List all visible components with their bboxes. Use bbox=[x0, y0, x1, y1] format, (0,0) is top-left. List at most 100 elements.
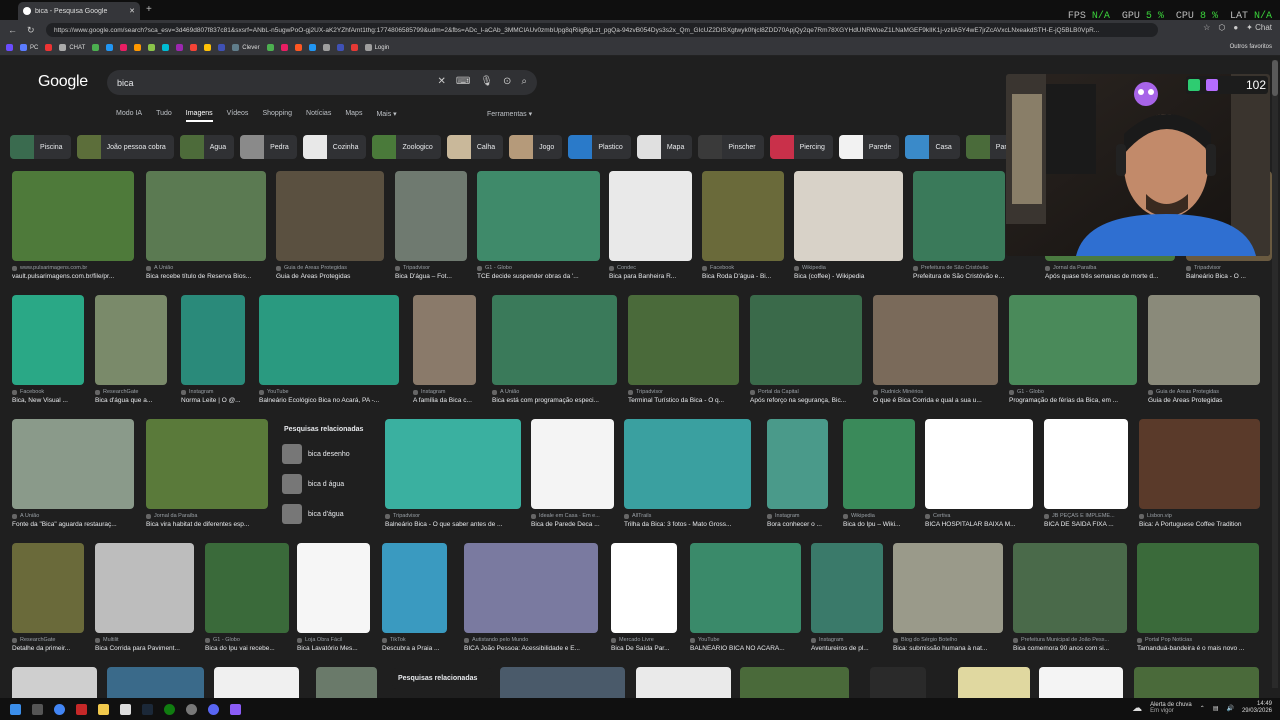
chrome-icon[interactable] bbox=[54, 703, 65, 715]
image-result[interactable]: Condec Bica para Banheira R... bbox=[609, 171, 692, 280]
result-source[interactable]: Facebook bbox=[702, 265, 784, 271]
xbox-icon[interactable] bbox=[164, 703, 175, 715]
result-caption[interactable]: Terminal Turístico da Bica - O q... bbox=[628, 397, 739, 404]
result-source[interactable]: Guia de Áreas Protegidas bbox=[276, 265, 384, 271]
result-caption[interactable]: Programação de férias da Bica, em ... bbox=[1009, 397, 1137, 404]
related-search-item[interactable]: bica d'água bbox=[278, 503, 380, 525]
result-caption[interactable]: Norma Leite | O @... bbox=[181, 397, 245, 404]
microphone-icon[interactable]: 🎙 bbox=[480, 76, 493, 87]
result-caption[interactable]: BICA João Pessoa: Acessibilidade e E... bbox=[464, 645, 598, 652]
result-source[interactable]: Instagram bbox=[181, 389, 245, 395]
bookmark-item[interactable] bbox=[308, 44, 316, 51]
result-caption[interactable]: Guia de Áreas Protegidas bbox=[1148, 397, 1260, 404]
result-caption[interactable]: Bica: submissão humana à nat... bbox=[893, 645, 1003, 652]
result-thumbnail[interactable] bbox=[385, 419, 521, 509]
result-thumbnail[interactable] bbox=[611, 543, 677, 633]
image-result[interactable]: Guia de Áreas Protegidas Guia de Áreas Pr… bbox=[276, 171, 384, 280]
file-explorer-icon[interactable] bbox=[98, 703, 109, 715]
result-thumbnail[interactable] bbox=[1148, 295, 1260, 385]
result-thumbnail[interactable] bbox=[702, 171, 784, 261]
chip-pedra[interactable]: Pedra bbox=[240, 135, 297, 159]
result-thumbnail[interactable] bbox=[609, 171, 692, 261]
profile-icon[interactable]: ● bbox=[1233, 23, 1238, 32]
result-thumbnail[interactable] bbox=[1137, 543, 1259, 633]
image-result[interactable]: Wikipedia Bica (coffee) - Wikipedia bbox=[794, 171, 903, 280]
result-caption[interactable]: Prefeitura de São Cristóvão entreg... bbox=[913, 273, 1005, 280]
search-input[interactable] bbox=[117, 77, 417, 88]
result-thumbnail[interactable] bbox=[843, 419, 915, 509]
result-caption[interactable]: Bica de Parede Deca ... bbox=[531, 521, 614, 528]
result-caption[interactable]: BALNEÁRIO BICA NO ACARÁ... bbox=[690, 645, 801, 652]
result-source[interactable]: Blog do Sérgio Botelho bbox=[893, 637, 1003, 643]
app-purple-icon[interactable] bbox=[230, 703, 241, 715]
chat-button[interactable]: ✦ Chat bbox=[1246, 23, 1272, 32]
result-source[interactable]: Autistando pelo Mundo bbox=[464, 637, 598, 643]
result-thumbnail[interactable] bbox=[1009, 295, 1137, 385]
bookmark-item[interactable] bbox=[148, 44, 156, 51]
result-caption[interactable]: Após quase três semanas de morte d... bbox=[1045, 273, 1175, 280]
result-caption[interactable]: Bica recebe título de Reserva Bios... bbox=[146, 273, 266, 280]
chevron-up-icon[interactable]: ⌃ bbox=[1200, 705, 1205, 712]
result-thumbnail[interactable] bbox=[146, 419, 268, 509]
result-caption[interactable]: Fonte da "Bica" aguarda restauraç... bbox=[12, 521, 134, 528]
result-thumbnail[interactable] bbox=[205, 543, 289, 633]
result-caption[interactable]: Bica do Ipu – Wiki... bbox=[843, 521, 915, 528]
result-source[interactable]: Wikipedia bbox=[843, 513, 915, 519]
image-result[interactable]: Instagram A família da Bica c... bbox=[413, 295, 476, 404]
result-source[interactable]: Certiva bbox=[925, 513, 1033, 519]
bookmark-item[interactable]: Clever bbox=[232, 44, 260, 51]
lens-icon[interactable]: ⊙ bbox=[503, 76, 511, 87]
result-thumbnail[interactable] bbox=[297, 543, 370, 633]
result-thumbnail[interactable] bbox=[181, 295, 245, 385]
chip-parque[interactable]: Parque bbox=[965, 135, 1006, 159]
result-source[interactable]: G1 - Globo bbox=[1009, 389, 1137, 395]
chip-cozinha[interactable]: Cozinha bbox=[302, 135, 367, 159]
result-caption[interactable]: Trilha da Bica: 3 fotos - Mato Gross... bbox=[624, 521, 751, 528]
tab-imagens[interactable]: Imagens bbox=[185, 110, 213, 122]
tab-shopping[interactable]: Shopping bbox=[262, 110, 292, 122]
bookmark-item[interactable]: Login bbox=[364, 44, 389, 51]
result-source[interactable]: A União bbox=[146, 265, 266, 271]
result-thumbnail[interactable] bbox=[873, 295, 998, 385]
result-caption[interactable]: Balneário Ecológico Bica no Acará, PA -.… bbox=[259, 397, 399, 404]
result-caption[interactable]: Guia de Áreas Protegidas bbox=[276, 273, 384, 280]
result-source[interactable]: G1 - Globo bbox=[477, 265, 600, 271]
result-thumbnail[interactable] bbox=[276, 171, 384, 261]
result-caption[interactable]: Bica D'água – Fot... bbox=[395, 273, 467, 280]
image-result[interactable]: Tripadvisor Terminal Turístico da Bica - … bbox=[628, 295, 739, 404]
result-thumbnail[interactable] bbox=[690, 543, 801, 633]
other-bookmarks[interactable]: Outros favoritos bbox=[1230, 44, 1272, 50]
chip-jogo[interactable]: Jogo bbox=[509, 135, 563, 159]
task-view-icon[interactable] bbox=[32, 703, 43, 715]
keyboard-icon[interactable]: ⌨ bbox=[456, 76, 470, 87]
chip-zoologico[interactable]: Zoologico bbox=[372, 135, 441, 159]
result-thumbnail[interactable] bbox=[382, 543, 447, 633]
result-thumbnail[interactable] bbox=[12, 419, 134, 509]
result-thumbnail[interactable] bbox=[12, 543, 84, 633]
bookmark-item[interactable] bbox=[218, 44, 226, 51]
related-search-item[interactable]: bica desenho bbox=[278, 443, 380, 465]
image-result[interactable]: ResearchGate Bica d'água que a... bbox=[95, 295, 167, 404]
result-thumbnail[interactable] bbox=[413, 295, 476, 385]
result-thumbnail[interactable] bbox=[477, 171, 600, 261]
image-result[interactable]: Tripadvisor Bica D'água – Fot... bbox=[395, 171, 467, 280]
result-source[interactable]: www.pulsarimagens.com.br bbox=[12, 265, 134, 271]
result-thumbnail[interactable] bbox=[492, 295, 617, 385]
tools-button[interactable]: Ferramentas ▾ bbox=[487, 110, 532, 118]
result-source[interactable]: Loja Obra Fácil bbox=[297, 637, 370, 643]
tab-modoia[interactable]: Modo IA bbox=[116, 110, 142, 122]
result-source[interactable]: Portal da Capital bbox=[750, 389, 862, 395]
related-searches-bottom[interactable]: Pesquisas relacionadas bbox=[392, 668, 492, 689]
start-icon[interactable] bbox=[10, 703, 21, 715]
result-caption[interactable]: Bica Corrida para Paviment... bbox=[95, 645, 194, 652]
url-field[interactable]: https://www.google.com/search?sca_esv=3d… bbox=[46, 23, 1158, 37]
extensions-icon[interactable]: ⬡ bbox=[1218, 23, 1225, 32]
result-caption[interactable]: Balneário Bica - O ... bbox=[1186, 273, 1272, 280]
image-result[interactable]: www.pulsarimagens.com.br vault.pulsarimag… bbox=[12, 171, 134, 280]
image-result[interactable]: Lisbon.vip Bica: A Portuguese Coffee Trad… bbox=[1139, 419, 1260, 528]
bookmark-item[interactable] bbox=[176, 44, 184, 51]
bookmark-item[interactable] bbox=[92, 44, 100, 51]
volume-icon[interactable]: 🔊 bbox=[1226, 705, 1233, 712]
scrollbar-thumb[interactable] bbox=[1272, 60, 1278, 96]
result-caption[interactable]: Bica (coffee) - Wikipedia bbox=[794, 273, 903, 280]
